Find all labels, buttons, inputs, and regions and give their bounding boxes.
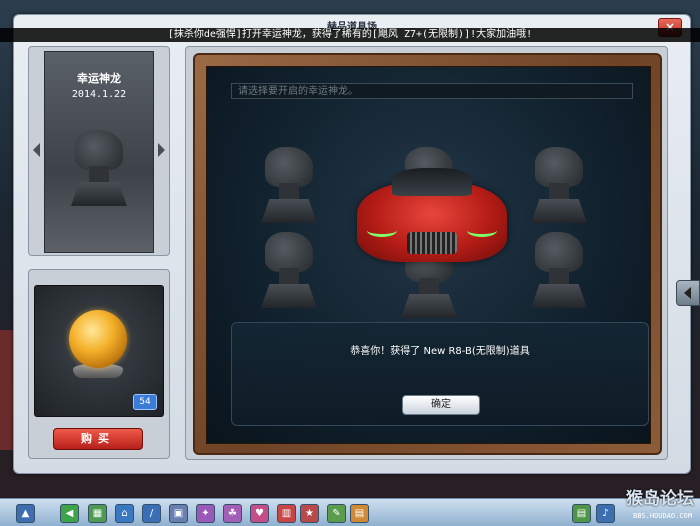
- item-name: 幸运神龙: [77, 72, 121, 85]
- buy-button[interactable]: 购买: [53, 428, 143, 450]
- photo-icon[interactable]: ▤: [350, 504, 369, 523]
- item-count-badge: 54: [133, 394, 157, 410]
- sound-icon[interactable]: ♪: [596, 504, 615, 523]
- gift-icon[interactable]: ✦: [196, 504, 215, 523]
- stage-area: 请选择要开启的幸运神龙。 恭喜你！获得了 New R8-B(无限制)道具 确定: [206, 66, 651, 444]
- forum-watermark-url: BBS.HOUDAO.COM: [632, 512, 692, 520]
- taskbar: ▲ ◀ ▦ ⌂ / ▣ ✦ ☘ ♥ ▥ ★ ✎ ▤ ▤ ♪: [0, 498, 700, 526]
- tools-icon[interactable]: /: [142, 504, 161, 523]
- book-icon[interactable]: ▥: [277, 504, 296, 523]
- dragon-statue-icon[interactable]: [257, 147, 321, 227]
- dragon-statue-icon[interactable]: [527, 232, 591, 312]
- team-icon[interactable]: ☘: [223, 504, 242, 523]
- side-panel-toggle[interactable]: [676, 280, 700, 306]
- dragon-statue-icon[interactable]: [527, 147, 591, 227]
- chat-icon[interactable]: ✎: [327, 504, 346, 523]
- key-item-slot: 54: [34, 285, 164, 417]
- stars-icon[interactable]: ★: [300, 504, 319, 523]
- golden-orb-icon: [69, 310, 127, 368]
- shop-icon[interactable]: ▦: [88, 504, 107, 523]
- back-icon[interactable]: ◀: [60, 504, 79, 523]
- item-date: 2014.1.22: [71, 89, 127, 100]
- dragon-statue-icon[interactable]: [257, 232, 321, 312]
- item-selector-panel: 幸运神龙 2014.1.22: [28, 46, 170, 256]
- reward-dialog: 恭喜你！获得了 New R8-B(无限制)道具 确定: [231, 322, 649, 426]
- reward-car-image: [357, 162, 507, 272]
- store-icon[interactable]: ▣: [169, 504, 188, 523]
- prev-item-arrow-icon[interactable]: [33, 143, 40, 157]
- item-preview: 幸运神龙 2014.1.22: [44, 51, 154, 253]
- selection-hint-field: 请选择要开启的幸运神龙。: [231, 83, 633, 99]
- heart-icon[interactable]: ♥: [250, 504, 269, 523]
- start-icon[interactable]: ▲: [16, 504, 35, 523]
- dragon-statue-icon: [67, 130, 131, 210]
- confirm-button[interactable]: 确定: [402, 395, 480, 415]
- notes-icon[interactable]: ▤: [572, 504, 591, 523]
- reward-message: 恭喜你！获得了 New R8-B(无限制)道具: [350, 346, 530, 357]
- home-icon[interactable]: ⌂: [115, 504, 134, 523]
- next-item-arrow-icon[interactable]: [158, 143, 165, 157]
- wooden-frame: 请选择要开启的幸运神龙。 恭喜你！获得了 New R8-B(无限制)道具 确定: [193, 53, 662, 455]
- inventory-panel: 54 购买: [28, 269, 170, 459]
- forum-watermark: 猴岛论坛: [626, 489, 694, 509]
- broadcast-marquee: [抹杀你de强悍]打开幸运神龙，获得了稀有的[飓风 Z7+(无限制)]!大家加油…: [0, 28, 700, 42]
- opening-stage-frame: 请选择要开启的幸运神龙。 恭喜你！获得了 New R8-B(无限制)道具 确定: [185, 46, 668, 460]
